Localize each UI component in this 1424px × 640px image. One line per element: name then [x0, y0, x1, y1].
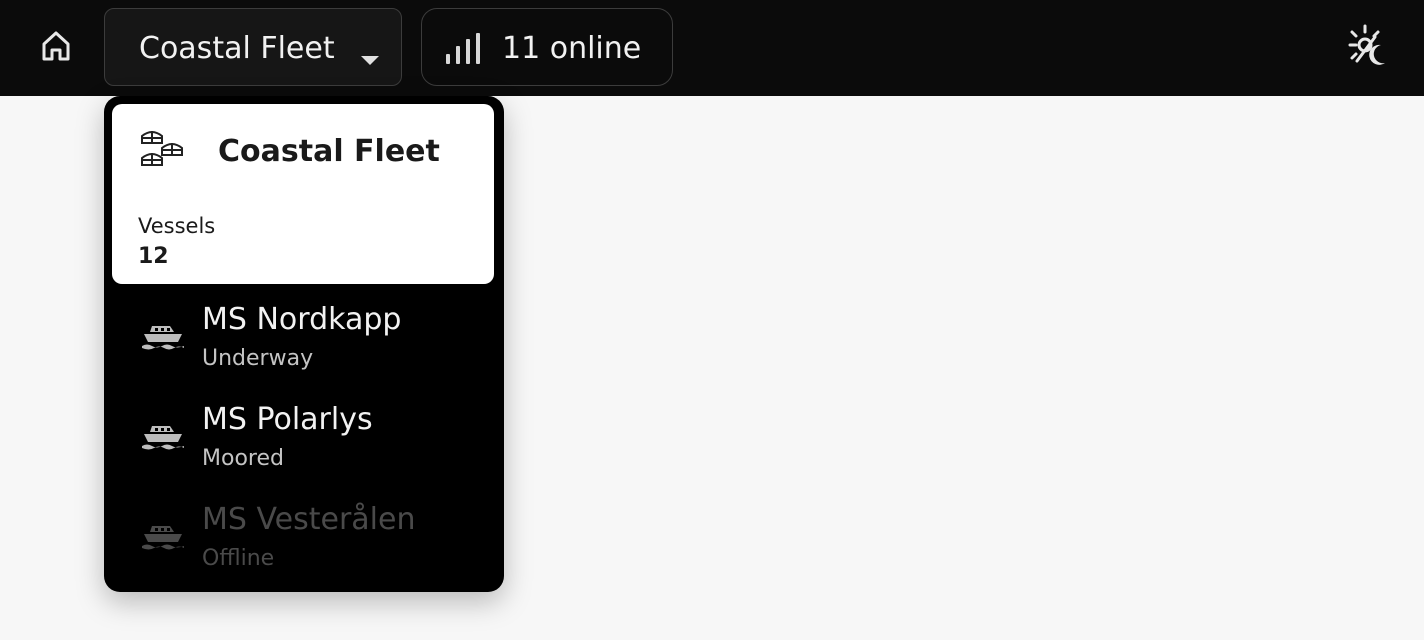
theme-toggle-button[interactable] — [1340, 20, 1396, 76]
fleet-card-title: Coastal Fleet — [218, 134, 440, 169]
ship-icon — [140, 522, 186, 556]
top-bar: Coastal Fleet 11 online — [0, 0, 1424, 96]
caret-down-icon — [361, 51, 379, 70]
vessel-item[interactable]: MS Polarlys Moored — [104, 396, 504, 496]
ship-icon — [140, 422, 186, 456]
home-icon — [38, 28, 74, 68]
vessel-status: Underway — [202, 346, 314, 371]
vessel-item[interactable]: MS Vesterålen Offline — [104, 496, 504, 596]
vessel-name: MS Nordkapp — [202, 302, 402, 337]
home-button[interactable] — [28, 24, 84, 72]
fleet-dropdown-menu: Coastal Fleet Vessels 12 MS Nordkapp Und… — [104, 96, 504, 592]
vessel-status: Offline — [202, 546, 275, 571]
signal-bars-icon — [444, 32, 484, 70]
online-count-label: 11 online — [502, 31, 642, 66]
fleet-card[interactable]: Coastal Fleet Vessels 12 — [112, 104, 494, 284]
sun-moon-icon — [1345, 23, 1391, 73]
fleet-boats-icon — [138, 126, 188, 176]
vessel-item[interactable]: MS Nordkapp Underway — [104, 296, 504, 396]
vessels-label: Vessels — [138, 214, 216, 238]
fleet-selector[interactable]: Coastal Fleet — [104, 8, 402, 86]
vessel-name: MS Polarlys — [202, 402, 373, 437]
fleet-selector-label: Coastal Fleet — [139, 31, 335, 66]
vessels-count: 12 — [138, 244, 169, 269]
ship-icon — [140, 322, 186, 356]
vessel-name: MS Vesterålen — [202, 502, 416, 537]
online-status-chip[interactable]: 11 online — [421, 8, 673, 86]
vessel-status: Moored — [202, 446, 284, 471]
